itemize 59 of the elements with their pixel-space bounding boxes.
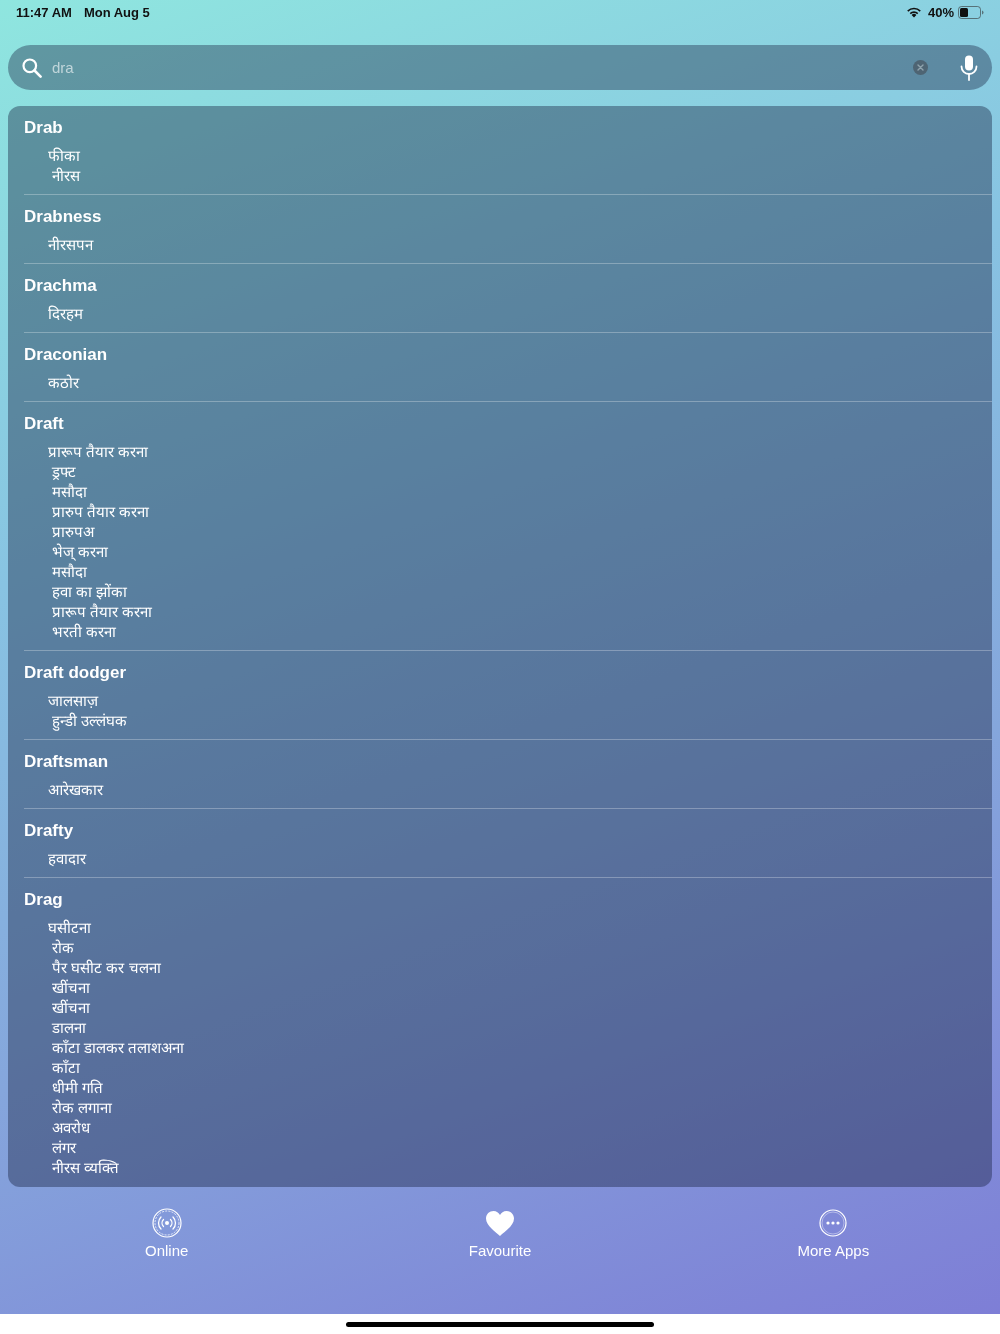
entry-word[interactable]: Draft bbox=[24, 414, 64, 434]
entry-meaning: दिरहम bbox=[48, 304, 83, 324]
tab-button[interactable]: Favourite bbox=[466, 1208, 534, 1260]
entry-meaning: प्रारुप तैयार करना bbox=[52, 502, 150, 522]
search-icon bbox=[22, 57, 42, 78]
entry-word[interactable]: Drafty bbox=[24, 821, 74, 841]
entry-meaning: जालसाज़ bbox=[48, 691, 98, 711]
entry-meaning: मसौदा bbox=[52, 562, 87, 582]
entry-meaning: प्रारूप तैयार करना bbox=[48, 442, 149, 462]
wifi-icon bbox=[905, 6, 922, 18]
clear-button[interactable] bbox=[913, 60, 928, 75]
battery-icon bbox=[958, 5, 984, 19]
entry-meaning: पैर घसीट कर चलना bbox=[52, 958, 161, 978]
battery-percentage: 40% bbox=[927, 4, 954, 20]
entry-meaning: रोक bbox=[52, 938, 74, 958]
entry-meaning: नीरस व्यक्ति bbox=[52, 1158, 120, 1178]
entry-meaning: धीमी गति bbox=[52, 1078, 104, 1098]
entry-meaning: लंगर bbox=[52, 1138, 76, 1158]
entry-meaning: हुन्डी उल्लंघक bbox=[52, 711, 128, 731]
entry-meaning: खींचना bbox=[52, 978, 90, 998]
entry-meaning: खींचना bbox=[52, 998, 90, 1018]
entry-meaning: मसौदा bbox=[52, 482, 87, 502]
entry-meaning: नीरसपन bbox=[48, 235, 93, 255]
microphone-button[interactable] bbox=[960, 54, 978, 81]
status-date: Mon Aug 5 bbox=[83, 4, 150, 20]
more-icon bbox=[819, 1209, 848, 1237]
entry-meaning: डालना bbox=[52, 1018, 86, 1038]
entry-word[interactable]: Drabness bbox=[24, 207, 102, 227]
entry-word[interactable]: Drab bbox=[24, 118, 63, 138]
tab-button[interactable]: Online bbox=[143, 1208, 191, 1260]
entry-meaning: नीरस bbox=[52, 166, 80, 186]
entry-word[interactable]: Draft dodger bbox=[24, 663, 126, 683]
entry-meaning: ड्रफ्ट bbox=[52, 462, 76, 482]
entry-meaning: प्रारुपअ bbox=[52, 522, 94, 542]
tab-button[interactable]: More Apps bbox=[795, 1208, 872, 1260]
entry-meaning: आरेखकार bbox=[48, 780, 103, 800]
entry-meaning: रोक लगाना bbox=[52, 1098, 113, 1118]
heart-icon bbox=[486, 1210, 514, 1236]
entry-word[interactable]: Drachma bbox=[24, 276, 97, 296]
entry-word[interactable]: Draftsman bbox=[24, 752, 109, 772]
entry-meaning: भेज् करना bbox=[52, 542, 109, 562]
entry-meaning: घसीटना bbox=[48, 918, 91, 938]
entry-meaning: अवरोध bbox=[52, 1118, 90, 1138]
entry-meaning: कठोर bbox=[48, 373, 79, 393]
radio-waves-icon bbox=[151, 1208, 182, 1238]
microphone-icon bbox=[960, 54, 978, 81]
entry-meaning: काँटा डालकर तलाशअना bbox=[52, 1038, 185, 1058]
entry-meaning: काँटा bbox=[52, 1058, 80, 1078]
search-bar[interactable]: dra bbox=[8, 45, 992, 90]
entry-meaning: फीका bbox=[48, 146, 80, 166]
status-time: 11:47 AM bbox=[16, 4, 72, 20]
entry-meaning: हवा का झोंका bbox=[52, 582, 128, 602]
entry-meaning: प्रारूप तैयार करना bbox=[52, 602, 153, 622]
entry-meaning: भरती करना bbox=[52, 622, 117, 642]
search-field[interactable]: dra bbox=[52, 57, 903, 78]
entry-word[interactable]: Drag bbox=[24, 890, 63, 910]
entry-meaning: हवादार bbox=[48, 849, 86, 869]
clear-icon bbox=[913, 60, 928, 75]
entry-word[interactable]: Draconian bbox=[24, 345, 108, 365]
